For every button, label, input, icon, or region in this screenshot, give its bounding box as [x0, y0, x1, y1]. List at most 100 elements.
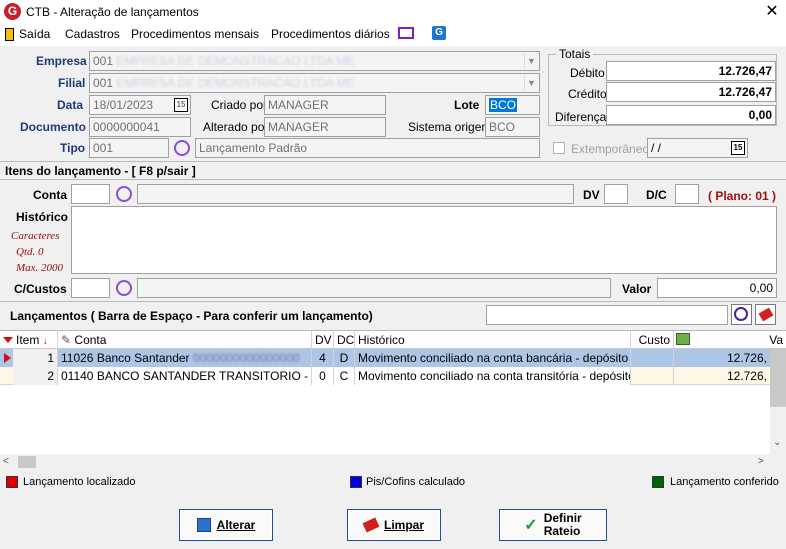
menu-procedimentos-mensais[interactable]: Procedimentos mensais [131, 27, 259, 41]
scroll-left-icon[interactable]: < [3, 456, 9, 467]
definir-rateio-button[interactable]: ✓ Definir Rateio [499, 509, 607, 541]
conta-obscured: 0000000000000000 [192, 351, 300, 365]
alterar-label: Alterar [216, 518, 256, 532]
plano-label: ( Plano: 01 ) [708, 189, 777, 203]
column-header-dv[interactable]: DV [312, 331, 334, 349]
eraser-icon [758, 307, 774, 322]
historico-textarea[interactable] [71, 206, 777, 274]
cell-historico: Movimento conciliado na conta transitóri… [355, 367, 631, 385]
search-button[interactable] [731, 304, 752, 325]
lote-label: Lote [454, 98, 480, 112]
table-row[interactable]: 2 01140 BANCO SANTANDER TRANSITORIO - 1.… [0, 367, 770, 385]
close-icon[interactable]: ✕ [762, 2, 782, 22]
chevron-down-icon[interactable]: ▼ [524, 53, 538, 69]
data-label: Data [57, 98, 84, 112]
search-icon[interactable] [174, 140, 190, 156]
sort-indicator-icon [3, 337, 13, 343]
grid-header: Item ↓ ✎ Conta DV DC Histórico Custo Va [0, 331, 786, 349]
alterado-label: Alterado por [203, 120, 269, 134]
calendar-icon[interactable]: 15 [174, 98, 188, 112]
menu-saida[interactable]: Saída [19, 27, 50, 41]
column-header-historico[interactable]: Histórico [355, 331, 631, 349]
limpar-button[interactable]: Limpar [347, 509, 441, 541]
rateio-label: Rateio [543, 524, 581, 538]
column-item-label: Item [16, 333, 40, 347]
eraser-icon [362, 517, 380, 533]
search-icon[interactable] [116, 186, 132, 202]
lote-value: BCO [489, 98, 518, 112]
cell-custo [631, 367, 674, 385]
debito-label: Débito [570, 66, 605, 80]
scrollbar-thumb[interactable] [770, 349, 786, 407]
alterado-field[interactable]: MANAGER [264, 117, 386, 137]
menu-procedimentos-diarios[interactable]: Procedimentos diários [271, 27, 390, 41]
vertical-scrollbar[interactable]: ⌄ [770, 349, 786, 454]
data-field[interactable]: 18/01/2023 15 [89, 95, 191, 115]
table-row[interactable]: 1 11026 Banco Santander 0000000000000000… [0, 349, 770, 367]
search-icon[interactable] [116, 280, 132, 296]
empresa-select[interactable]: 001 EMPRESA DE DEMONSTRACAO LTDA ME ▼ [89, 51, 540, 71]
exit-icon [5, 28, 14, 41]
qtd-label: Qtd. 0 [16, 246, 44, 258]
app-logo-icon: G [4, 3, 21, 20]
monitor-icon[interactable] [398, 27, 414, 39]
lote-field[interactable]: BCO [485, 95, 540, 115]
cell-historico: Movimento conciliado na conta bancária -… [355, 349, 631, 367]
column-header-valor[interactable]: Va [692, 331, 786, 349]
legend-green-swatch [652, 476, 664, 488]
criado-label: Criado por [211, 98, 268, 112]
filial-label: Filial [58, 76, 86, 90]
sistema-field[interactable]: BCO [485, 117, 540, 137]
filial-code: 001 [93, 76, 114, 90]
criado-field[interactable]: MANAGER [264, 95, 386, 115]
credito-label: Crédito [568, 87, 607, 101]
app-shortcut-icon[interactable]: G [432, 26, 446, 40]
cell-conta: 11026 Banco Santander 0000000000000000 [58, 349, 312, 367]
extemporaneo-label: Extemporâneo [571, 142, 650, 156]
ccustos-input[interactable] [71, 278, 110, 298]
extemporaneo-date[interactable]: / / 15 [647, 138, 748, 158]
tipo-field[interactable]: 001 [89, 138, 169, 158]
max-label: Max. 2000 [16, 262, 64, 274]
conta-description [137, 184, 574, 204]
empresa-label: Empresa [36, 54, 87, 68]
scrollbar-thumb[interactable] [18, 456, 36, 468]
historico-label: Histórico [16, 210, 69, 224]
alterar-button[interactable]: Alterar [179, 509, 273, 541]
extemporaneo-value: / / [651, 141, 662, 155]
chevron-down-icon[interactable]: ▼ [524, 75, 538, 91]
cell-dv: 4 [312, 349, 334, 367]
column-header-conta[interactable]: ✎ Conta [58, 331, 312, 349]
column-header-item[interactable]: Item ↓ [13, 331, 58, 349]
tipo-description: Lançamento Padrão [195, 138, 540, 158]
limpar-label: Limpar [383, 518, 424, 532]
divider [0, 161, 786, 162]
dc-input[interactable] [675, 184, 699, 204]
checkmark-icon: ✓ [524, 517, 538, 534]
tipo-label: Tipo [60, 141, 86, 155]
scroll-right-icon[interactable]: > [758, 456, 764, 467]
divider [0, 179, 786, 180]
extemporaneo-checkbox[interactable] [553, 142, 565, 154]
horizontal-scrollbar[interactable]: < > [0, 454, 786, 471]
dv-input[interactable] [604, 184, 628, 204]
clear-search-button[interactable] [755, 304, 776, 325]
cell-item: 1 [13, 349, 58, 367]
menu-cadastros[interactable]: Cadastros [65, 27, 120, 41]
valor-input[interactable]: 0,00 [657, 278, 777, 298]
cell-custo [631, 349, 674, 367]
scroll-down-icon[interactable]: ⌄ [773, 437, 781, 448]
money-icon [676, 333, 690, 345]
empresa-code: 001 [93, 54, 114, 68]
calendar-icon[interactable]: 15 [731, 141, 745, 155]
conta-input[interactable] [71, 184, 110, 204]
lancamentos-search-input[interactable] [486, 305, 728, 325]
legend-red-swatch [6, 476, 18, 488]
documento-field[interactable]: 0000000041 [89, 117, 191, 137]
caracteres-label: Caracteres [11, 230, 60, 242]
column-header-custo[interactable]: Custo [631, 331, 674, 349]
column-header-dc[interactable]: DC [334, 331, 355, 349]
filial-select[interactable]: 001 EMPRESA DE DEMONSTRACAO LTDA ME ▼ [89, 73, 540, 93]
cell-valor: 12.726, [726, 369, 767, 383]
window-title: CTB - Alteração de lançamentos [26, 5, 199, 19]
